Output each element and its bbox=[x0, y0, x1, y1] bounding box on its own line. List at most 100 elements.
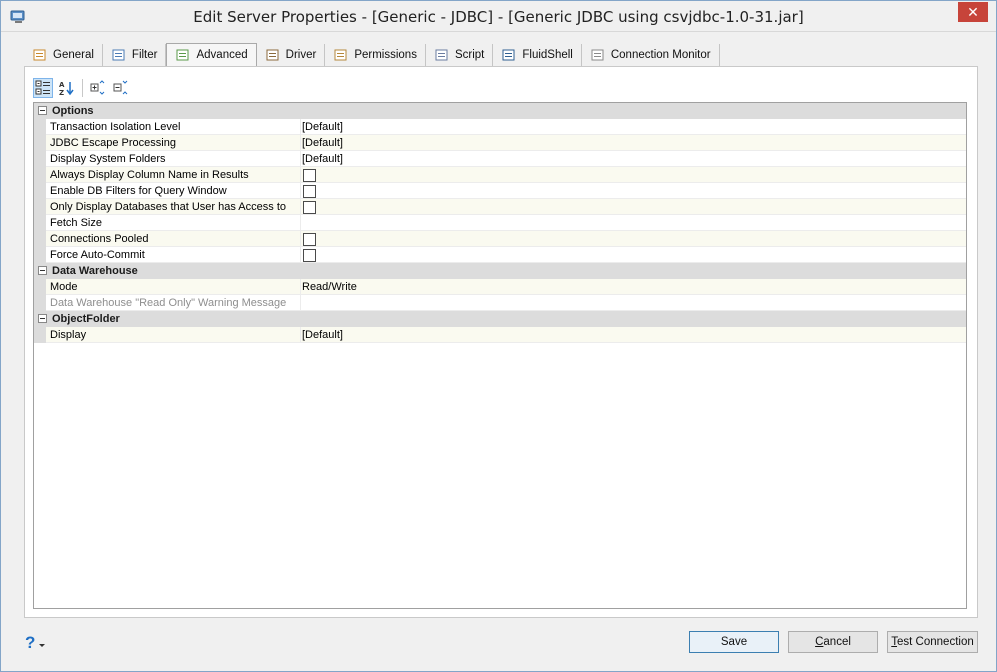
tab-driver[interactable]: Driver bbox=[257, 44, 326, 66]
property-toolbar: A Z bbox=[33, 77, 134, 99]
property-row[interactable]: Mode Read/Write bbox=[34, 279, 966, 295]
property-checkbox[interactable] bbox=[303, 233, 316, 246]
column-divider[interactable] bbox=[300, 167, 301, 183]
advanced-panel: A Z Options Transaction Isolation Level … bbox=[24, 66, 978, 618]
cancel-button-label: ancel bbox=[823, 636, 851, 648]
property-name: Force Auto-Commit bbox=[50, 249, 145, 261]
property-value[interactable]: [Default] bbox=[302, 327, 343, 343]
property-value[interactable]: [Default] bbox=[302, 135, 343, 151]
property-name: Data Warehouse "Read Only" Warning Messa… bbox=[50, 297, 287, 309]
property-row[interactable]: Force Auto-Commit bbox=[34, 247, 966, 263]
column-divider[interactable] bbox=[300, 327, 301, 343]
row-gutter bbox=[34, 231, 46, 247]
column-divider[interactable] bbox=[300, 151, 301, 167]
property-value[interactable]: [Default] bbox=[302, 151, 343, 167]
property-row[interactable]: Transaction Isolation Level [Default] bbox=[34, 119, 966, 135]
property-row[interactable]: Always Display Column Name in Results bbox=[34, 167, 966, 183]
tab-permissions[interactable]: Permissions bbox=[325, 44, 426, 66]
row-gutter bbox=[34, 327, 46, 343]
column-divider[interactable] bbox=[300, 247, 301, 263]
tab-advanced[interactable]: Advanced bbox=[166, 43, 257, 66]
tab-connection-monitor[interactable]: Connection Monitor bbox=[582, 44, 720, 66]
connection-monitor-icon bbox=[591, 49, 604, 61]
column-divider[interactable] bbox=[300, 295, 301, 311]
close-button[interactable]: ✕ bbox=[958, 2, 988, 22]
property-row[interactable]: Display System Folders [Default] bbox=[34, 151, 966, 167]
save-button-label: Save bbox=[720, 636, 748, 648]
category-row: ObjectFolder bbox=[34, 311, 966, 327]
tab-label: General bbox=[53, 49, 94, 61]
row-gutter bbox=[34, 199, 46, 215]
help-menu-button[interactable]: ? bbox=[25, 633, 46, 653]
property-name: JDBC Escape Processing bbox=[50, 137, 176, 149]
save-button[interactable]: Save bbox=[689, 631, 779, 653]
cancel-button[interactable]: Cancel bbox=[788, 631, 878, 653]
edit-server-properties-window: Edit Server Properties - [Generic - JDBC… bbox=[0, 0, 997, 672]
tab-label: Permissions bbox=[354, 49, 417, 61]
property-row[interactable]: JDBC Escape Processing [Default] bbox=[34, 135, 966, 151]
column-divider[interactable] bbox=[300, 199, 301, 215]
property-row[interactable]: Fetch Size bbox=[34, 215, 966, 231]
property-row[interactable]: Display [Default] bbox=[34, 327, 966, 343]
property-name: Fetch Size bbox=[50, 217, 102, 229]
column-divider[interactable] bbox=[300, 183, 301, 199]
row-gutter bbox=[34, 151, 46, 167]
property-name: Transaction Isolation Level bbox=[50, 121, 181, 133]
property-checkbox[interactable] bbox=[303, 169, 316, 182]
test-connection-button[interactable]: Test Connection bbox=[887, 631, 978, 653]
property-row[interactable]: Enable DB Filters for Query Window bbox=[34, 183, 966, 199]
collapse-all-button[interactable] bbox=[111, 78, 131, 98]
property-checkbox[interactable] bbox=[303, 249, 316, 262]
column-divider[interactable] bbox=[300, 215, 301, 231]
property-name: Display System Folders bbox=[50, 153, 166, 165]
window-title: Edit Server Properties - [Generic - JDBC… bbox=[193, 8, 804, 26]
categorized-icon bbox=[35, 80, 50, 95]
tab-label: Connection Monitor bbox=[610, 49, 711, 61]
category-row: Options bbox=[34, 103, 966, 119]
tab-script[interactable]: Script bbox=[426, 44, 494, 66]
property-checkbox[interactable] bbox=[303, 185, 316, 198]
script-icon bbox=[435, 49, 448, 61]
property-grid: Options Transaction Isolation Level [Defau… bbox=[33, 102, 967, 609]
column-divider[interactable] bbox=[300, 135, 301, 151]
test-connection-button-label: est Connection bbox=[897, 636, 974, 648]
column-divider[interactable] bbox=[300, 231, 301, 247]
collapse-icon[interactable] bbox=[38, 314, 47, 323]
column-divider[interactable] bbox=[300, 119, 301, 135]
tab-general[interactable]: General bbox=[24, 44, 103, 66]
property-row[interactable]: Only Display Databases that User has Acc… bbox=[34, 199, 966, 215]
permissions-icon bbox=[334, 49, 347, 61]
category-label: Options bbox=[52, 105, 94, 117]
collapse-icon[interactable] bbox=[38, 266, 47, 275]
expand-all-button[interactable] bbox=[88, 78, 108, 98]
row-gutter bbox=[34, 135, 46, 151]
row-gutter bbox=[34, 247, 46, 263]
column-divider[interactable] bbox=[300, 279, 301, 295]
row-gutter bbox=[34, 295, 46, 311]
property-name: Only Display Databases that User has Acc… bbox=[50, 201, 286, 213]
tab-label: Advanced bbox=[196, 49, 248, 61]
categorized-button[interactable] bbox=[33, 78, 53, 98]
property-row[interactable]: Data Warehouse "Read Only" Warning Messa… bbox=[34, 295, 966, 311]
svg-text:Z: Z bbox=[59, 89, 64, 96]
help-icon: ? bbox=[25, 633, 36, 652]
tab-fluidshell[interactable]: FluidShell bbox=[493, 44, 582, 66]
tab-strip: General Filter Advanced Driver Permissions Sc… bbox=[24, 43, 720, 66]
title-bar[interactable]: Edit Server Properties - [Generic - JDBC… bbox=[1, 1, 996, 32]
property-row[interactable]: Connections Pooled bbox=[34, 231, 966, 247]
alphabetical-button[interactable]: A Z bbox=[56, 78, 76, 98]
property-value[interactable]: Read/Write bbox=[302, 279, 357, 295]
tab-label: Script bbox=[454, 49, 485, 61]
filter-icon bbox=[112, 49, 125, 61]
row-gutter bbox=[34, 167, 46, 183]
tab-filter[interactable]: Filter bbox=[103, 44, 167, 66]
collapse-all-icon bbox=[113, 80, 128, 95]
collapse-icon[interactable] bbox=[38, 106, 47, 115]
property-checkbox[interactable] bbox=[303, 201, 316, 214]
row-gutter bbox=[34, 119, 46, 135]
row-gutter bbox=[34, 183, 46, 199]
property-name: Always Display Column Name in Results bbox=[50, 169, 249, 181]
property-value[interactable]: [Default] bbox=[302, 119, 343, 135]
property-name: Connections Pooled bbox=[50, 233, 149, 245]
dropdown-caret-icon bbox=[39, 643, 46, 647]
